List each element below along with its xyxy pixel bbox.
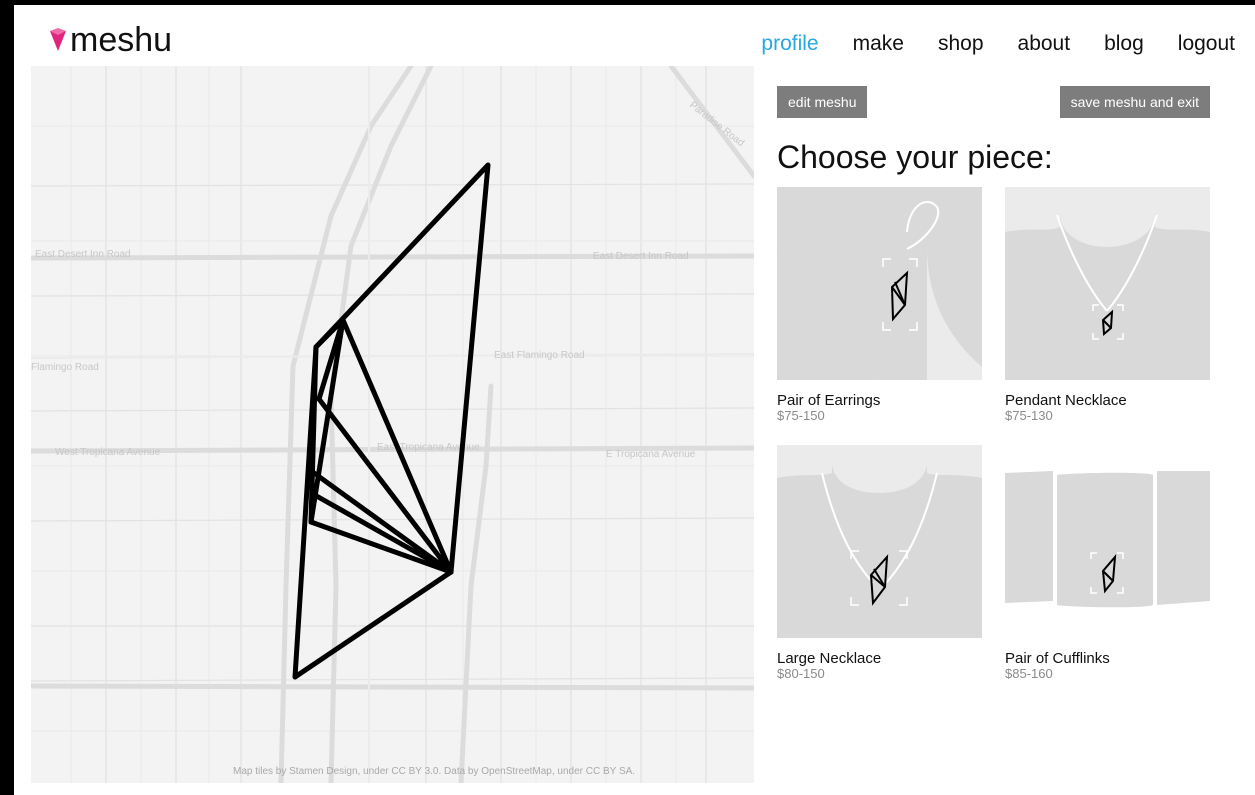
street-label: East Flamingo Road bbox=[494, 350, 585, 361]
street-label: Paradise Road bbox=[687, 100, 746, 149]
cufflink-cuff-icon bbox=[1005, 445, 1210, 638]
map-tiles: East Desert Inn Road East Desert Inn Roa… bbox=[31, 66, 754, 783]
nav-shop[interactable]: shop bbox=[938, 30, 984, 58]
piece-price: $80-150 bbox=[777, 666, 825, 681]
choose-piece-title: Choose your piece: bbox=[777, 139, 1053, 175]
piece-name: Pair of Cufflinks bbox=[1005, 650, 1110, 667]
logo[interactable]: meshu bbox=[48, 20, 172, 60]
screen-frame: meshu profile make shop about blog logou… bbox=[0, 0, 1255, 795]
earrings-thumbnail bbox=[777, 187, 982, 380]
street-label: E Tropicana Avenue bbox=[606, 449, 696, 460]
piece-large-necklace[interactable]: Large Necklace $80-150 bbox=[777, 445, 982, 681]
piece-pendant-necklace[interactable]: Pendant Necklace $75-130 bbox=[1005, 187, 1210, 423]
piece-name: Large Necklace bbox=[777, 650, 882, 667]
nav-logout[interactable]: logout bbox=[1178, 30, 1235, 58]
street-label: East Desert Inn Road bbox=[593, 251, 689, 262]
gem-icon bbox=[50, 28, 66, 51]
street-label: East Desert Inn Road bbox=[35, 249, 131, 260]
nav-blog[interactable]: blog bbox=[1104, 30, 1144, 58]
large-necklace-icon bbox=[777, 445, 982, 638]
pendant-thumbnail bbox=[1005, 187, 1210, 380]
edit-meshu-button[interactable]: edit meshu bbox=[777, 86, 868, 118]
piece-earrings[interactable]: Pair of Earrings $75-150 bbox=[777, 187, 982, 423]
piece-price: $75-150 bbox=[777, 408, 825, 423]
street-label: Flamingo Road bbox=[31, 362, 99, 373]
save-meshu-and-exit-button[interactable]: save meshu and exit bbox=[1059, 86, 1210, 118]
map-attribution: Map tiles by Stamen Design, under CC BY … bbox=[233, 766, 636, 777]
piece-name: Pair of Earrings bbox=[777, 392, 881, 409]
large-necklace-thumbnail bbox=[777, 445, 982, 638]
nav-profile[interactable]: profile bbox=[761, 30, 818, 58]
pendant-necklace-icon bbox=[1005, 187, 1210, 380]
logo-text: meshu bbox=[70, 21, 173, 59]
main-nav: profile make shop about blog logout bbox=[727, 30, 1235, 58]
map-canvas[interactable]: East Desert Inn Road East Desert Inn Roa… bbox=[31, 66, 755, 783]
earring-profile-icon bbox=[777, 187, 982, 380]
cufflinks-thumbnail bbox=[1005, 445, 1210, 638]
piece-name: Pendant Necklace bbox=[1005, 392, 1127, 409]
piece-price: $85-160 bbox=[1005, 666, 1053, 681]
nav-about[interactable]: about bbox=[1018, 30, 1071, 58]
nav-make[interactable]: make bbox=[853, 30, 904, 58]
piece-cufflinks[interactable]: Pair of Cufflinks $85-160 bbox=[1005, 445, 1210, 681]
piece-price: $75-130 bbox=[1005, 408, 1053, 423]
street-label: West Tropicana Avenue bbox=[55, 447, 161, 458]
